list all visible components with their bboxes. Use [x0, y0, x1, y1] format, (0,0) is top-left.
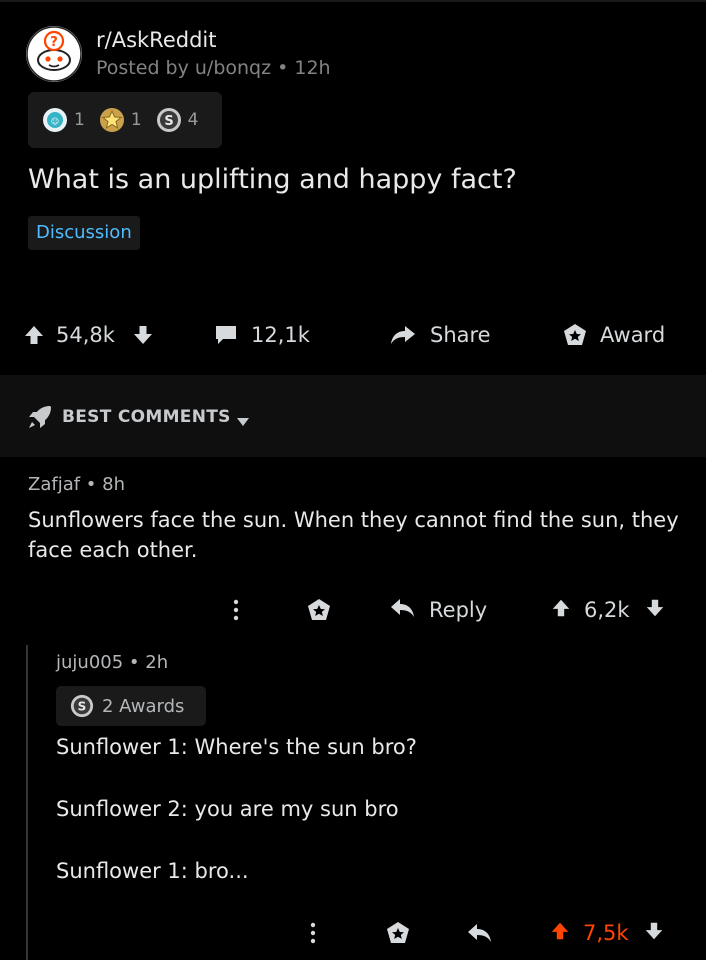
share-label: Share: [430, 323, 491, 347]
post-byline: Posted by u/bonqz • 12h: [96, 57, 331, 79]
comment-count: 12,1k: [251, 323, 310, 347]
award-count: 1: [130, 110, 142, 130]
rocket-icon: [26, 403, 54, 435]
downvote-icon[interactable]: [131, 323, 155, 347]
silver-award-icon: S: [156, 107, 182, 133]
svg-text:?: ?: [50, 35, 58, 50]
award-item: 1: [99, 107, 142, 133]
downvote-icon[interactable]: [644, 597, 666, 624]
award-item: ☺ 1: [42, 107, 85, 133]
comment-vote-group: 7,5k: [549, 913, 665, 953]
reply-arrow-icon[interactable]: [466, 913, 494, 953]
downvote-icon[interactable]: [643, 920, 665, 947]
comment-action-row: Reply 6,2k: [0, 590, 706, 630]
silver-award-icon: S: [70, 694, 94, 718]
subreddit-name[interactable]: r/AskReddit: [96, 28, 216, 52]
post-awards[interactable]: ☺ 1 1 S 4: [28, 92, 222, 148]
subreddit-avatar-icon[interactable]: ?: [26, 26, 82, 82]
reply-button[interactable]: Reply: [389, 590, 487, 630]
sort-label: BEST COMMENTS: [62, 407, 231, 427]
post-vote-count: 54,8k: [56, 323, 115, 347]
svg-text:☺: ☺: [51, 117, 59, 126]
upvote-icon[interactable]: [550, 597, 572, 624]
comment-score: 7,5k: [583, 921, 629, 945]
award-shield-icon[interactable]: [385, 913, 411, 953]
post-flair[interactable]: Discussion: [28, 216, 140, 250]
comment-action-row: 7,5k: [0, 913, 706, 953]
comment-awards[interactable]: S 2 Awards: [56, 686, 206, 726]
comment-bubble-icon: [213, 323, 239, 347]
comment-sort-bar[interactable]: BEST COMMENTS: [0, 375, 706, 457]
comments-button[interactable]: 12,1k: [213, 310, 310, 360]
comment-body-line: Sunflower 1: Where's the sun bro?: [56, 735, 417, 759]
comment-body-line: Sunflower 1: bro...: [56, 859, 249, 883]
comment-score: 6,2k: [584, 598, 630, 622]
award-count: 1: [74, 110, 85, 130]
post-vote-group: 54,8k: [22, 310, 155, 360]
svg-text:S: S: [78, 700, 87, 714]
award-label: Award: [600, 323, 666, 347]
comment-body-line: Sunflower 2: you are my sun bro: [56, 797, 399, 821]
comment-author-time[interactable]: juju005 • 2h: [56, 652, 168, 673]
awards-count-label: 2 Awards: [102, 695, 185, 717]
more-options-icon[interactable]: [306, 913, 320, 953]
award-button[interactable]: Award: [562, 310, 665, 360]
star-award-icon: [99, 107, 125, 133]
comment-author-time[interactable]: Zafjaf • 8h: [28, 474, 125, 495]
post-action-bar: 54,8k 12,1k Share Award: [0, 310, 706, 360]
reply-label: Reply: [429, 598, 488, 622]
caret-down-icon: [236, 412, 250, 431]
upvote-active-icon[interactable]: [549, 920, 571, 947]
top-divider: [0, 0, 706, 2]
share-button[interactable]: Share: [388, 310, 491, 360]
award-count: 4: [187, 110, 199, 130]
award-shield-icon: [562, 322, 588, 348]
svg-text:S: S: [164, 114, 173, 129]
share-arrow-icon: [388, 323, 418, 347]
award-shield-icon[interactable]: [306, 590, 332, 630]
award-item: S 4: [156, 107, 199, 133]
reply-arrow-icon: [389, 597, 417, 624]
comment-body: Sunflowers face the sun. When they canno…: [28, 508, 679, 562]
post-title: What is an uplifting and happy fact?: [28, 164, 517, 195]
more-options-icon[interactable]: [229, 590, 243, 630]
upvote-icon[interactable]: [22, 323, 46, 347]
comment-vote-group: 6,2k: [550, 590, 666, 630]
helpful-award-icon: ☺: [42, 107, 68, 133]
